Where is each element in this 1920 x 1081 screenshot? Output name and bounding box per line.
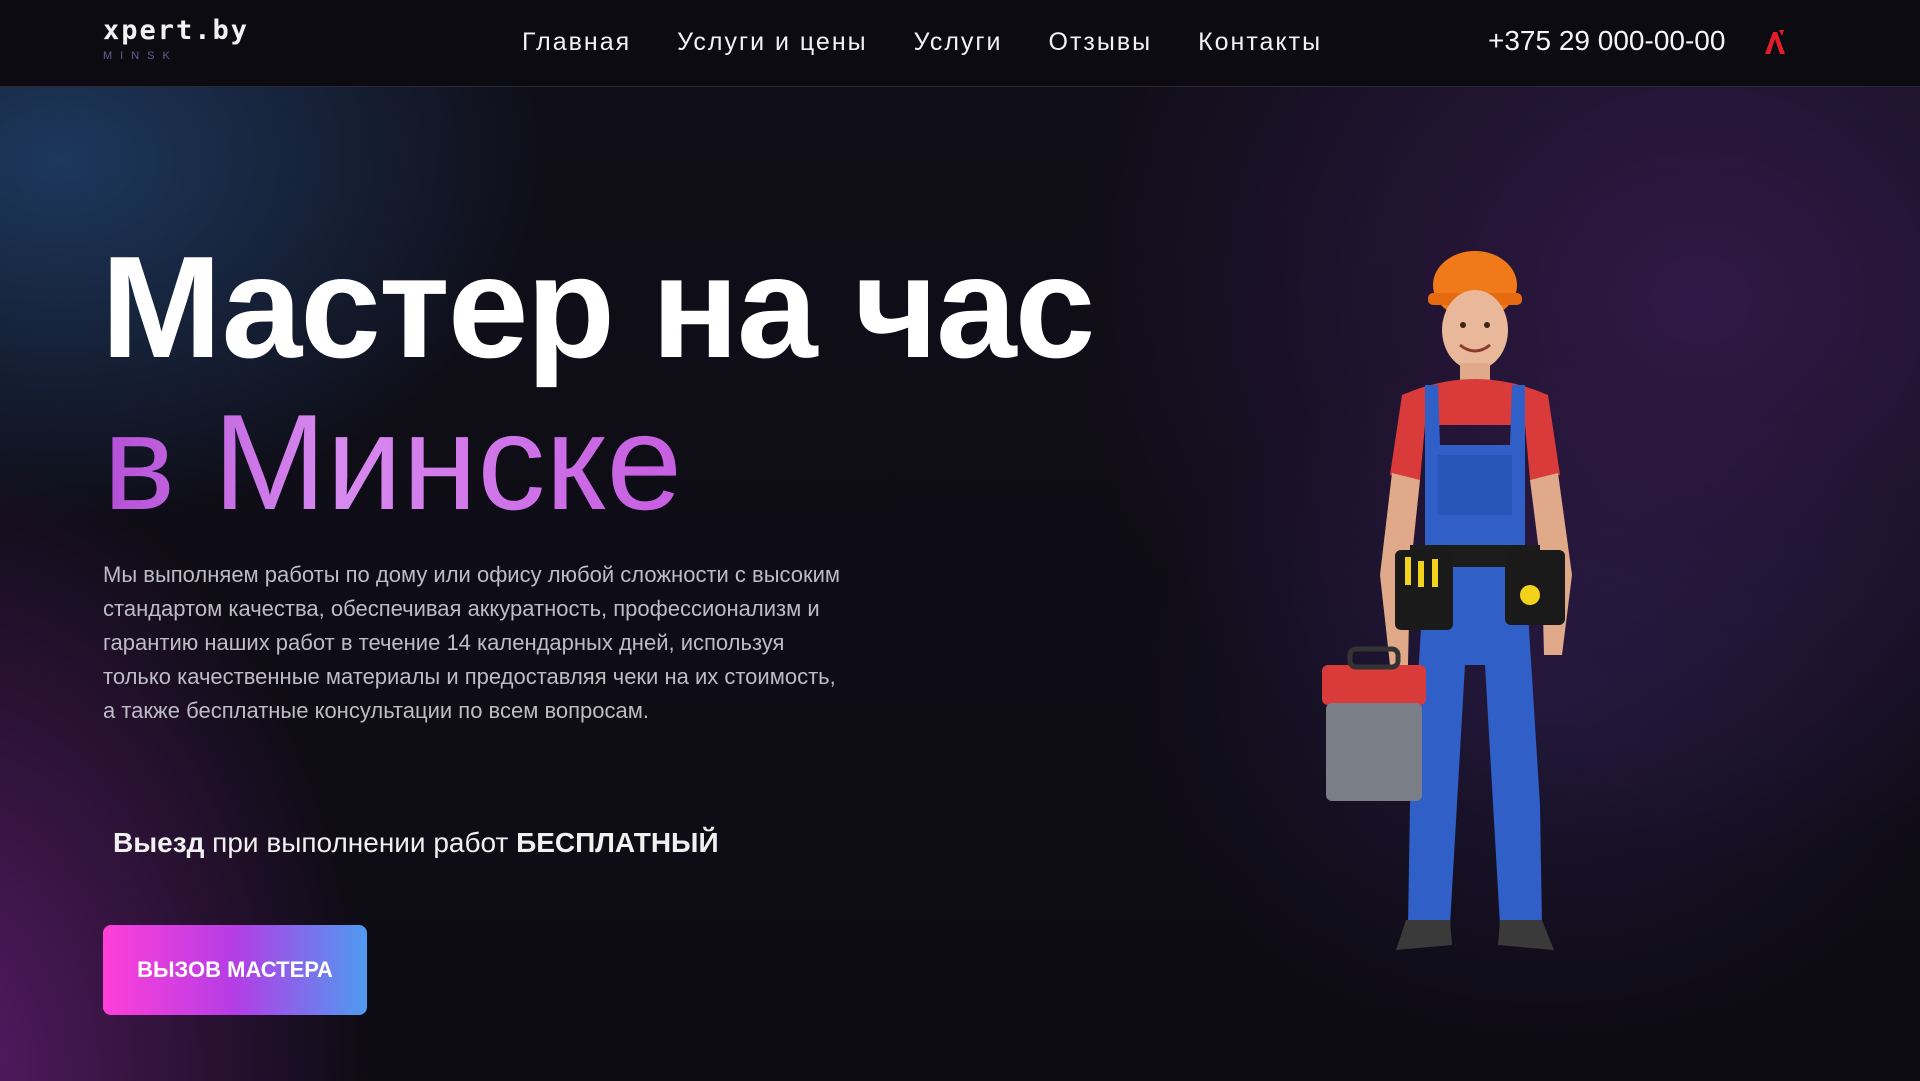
nav-item-services-prices[interactable]: Услуги и цены [677,24,867,60]
call-master-button[interactable]: ВЫЗОВ МАСТЕРА [103,925,367,1015]
site-logo[interactable]: xpert.by MINSK [103,14,249,62]
logo-text: xpert.by [103,15,250,46]
note-text: при выполнении работ [204,827,517,858]
hero-description: Мы выполняем работы по дому или офису лю… [103,562,841,723]
nav-item-services[interactable]: Услуги [914,24,1003,60]
nav-item-reviews[interactable]: Отзывы [1049,24,1153,60]
logo-city: MINSK [103,50,178,62]
hero-title-line2: в Минске [103,382,682,542]
note-bold-visit: Выезд [113,827,205,858]
note-bold-free: БЕСПЛАТНЫЙ [516,827,719,858]
site-header: xpert.by MINSK Главная Услуги и цены Усл… [0,0,1920,87]
phone-link[interactable]: +375 29 000-00-00 [1488,22,1725,60]
handyman-worker-illustration [1322,251,1572,950]
operator-logo-icon [1765,30,1785,54]
main-nav: Главная Услуги и цены Услуги Отзывы Конт… [522,24,1368,60]
nav-item-home[interactable]: Главная [522,24,631,60]
nav-item-contacts[interactable]: Контакты [1198,24,1322,60]
hero-title-line1: Мастер на час [101,226,1095,388]
free-visit-note: Выезд при выполнении работ БЕСПЛАТНЫЙ [113,824,719,862]
